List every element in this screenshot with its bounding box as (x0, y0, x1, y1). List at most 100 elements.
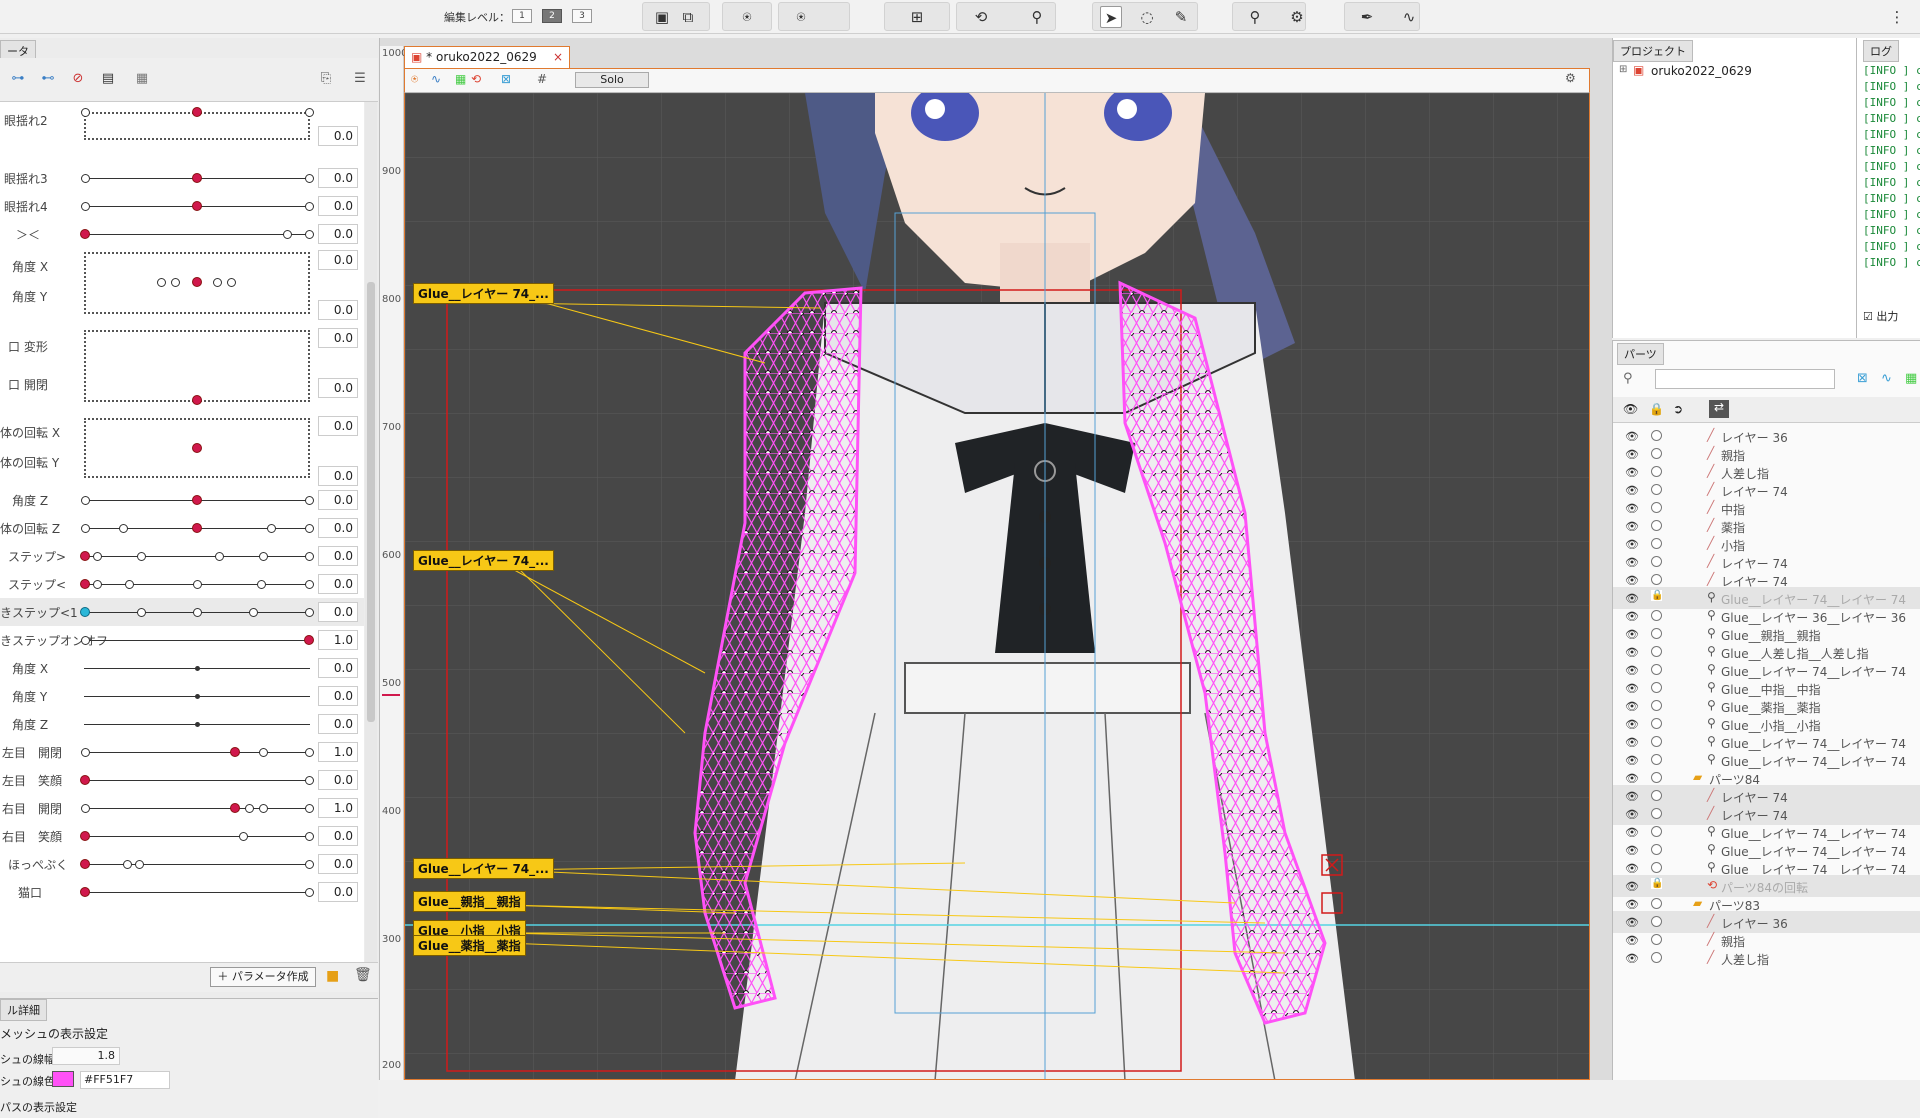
param-value-field[interactable]: 1.0 (318, 742, 358, 762)
project-file-name[interactable]: oruko2022_0629 (1651, 64, 1752, 78)
param-value-field[interactable]: 0.0 (318, 416, 358, 436)
param-knob[interactable] (80, 579, 90, 589)
param-value-field[interactable]: 0.0 (318, 658, 358, 678)
part-row[interactable]: 👁 ╱ 人差し指 (1613, 947, 1920, 969)
glue-label[interactable]: Glue__レイヤー 74_... (413, 858, 554, 879)
pen-icon[interactable]: ✒ (1356, 6, 1378, 28)
keyform-point[interactable] (81, 748, 90, 757)
visibility-toggle-icon[interactable]: 👁 (1625, 664, 1639, 677)
keyform-point[interactable] (193, 580, 202, 589)
visibility-toggle-icon[interactable]: 👁 (1625, 880, 1639, 893)
keyform-point[interactable] (305, 202, 314, 211)
lock-toggle-icon[interactable] (1651, 574, 1662, 585)
param-track[interactable] (84, 234, 310, 235)
keyform-point[interactable] (123, 860, 132, 869)
view-settings-icon[interactable]: ⚙ (1565, 71, 1576, 85)
keyform-point[interactable] (305, 832, 314, 841)
param-value-field[interactable]: 0.0 (318, 224, 358, 244)
keyform-point[interactable] (305, 748, 314, 757)
lock-toggle-icon[interactable] (1651, 466, 1662, 477)
lock-toggle-icon[interactable] (1651, 718, 1662, 729)
visibility-toggle-icon[interactable]: 👁 (1625, 898, 1639, 911)
param-track[interactable] (84, 864, 310, 865)
lock-toggle-icon[interactable] (1651, 898, 1662, 909)
lock-icon[interactable]: 🔒 (1651, 878, 1663, 889)
lock-toggle-icon[interactable] (1651, 736, 1662, 747)
rotation-display-icon[interactable]: ⟲ (471, 72, 481, 86)
visibility-toggle-icon[interactable]: 👁 (1625, 916, 1639, 929)
keyform-point[interactable] (267, 524, 276, 533)
visibility-toggle-icon[interactable]: 👁 (1625, 520, 1639, 533)
keyform-point[interactable] (81, 524, 90, 533)
arrow-select-icon[interactable]: ➤ (1100, 6, 1122, 28)
param-track[interactable] (84, 808, 310, 809)
keyform-point[interactable] (81, 108, 90, 117)
mesh-display-icon[interactable]: ▦ (455, 72, 466, 86)
param-knob[interactable] (192, 277, 202, 287)
rotation-deformer-icon[interactable]: ⟲ (970, 6, 992, 28)
glue-label[interactable]: Glue__親指__親指 (413, 891, 526, 912)
keyform-point[interactable] (305, 524, 314, 533)
pin-icon[interactable]: ⚲ (1244, 6, 1266, 28)
param-value-field[interactable]: 0.0 (318, 328, 358, 348)
keyform-point[interactable] (259, 748, 268, 757)
visibility-toggle-icon[interactable]: 👁 (1625, 790, 1639, 803)
visibility-toggle-icon[interactable]: 👁 (1625, 826, 1639, 839)
keyform-point[interactable] (283, 230, 292, 239)
keyform-point[interactable] (137, 608, 146, 617)
deformer-display-icon[interactable]: ⍟ (411, 72, 418, 87)
keyform-point[interactable] (215, 552, 224, 561)
visibility-toggle-icon[interactable]: 👁 (1625, 574, 1639, 587)
keyform-point[interactable] (81, 804, 90, 813)
parts-tab[interactable]: パーツ (1617, 343, 1664, 365)
keyform-point[interactable] (305, 108, 314, 117)
key-delete-icon[interactable]: ⊘ (66, 68, 90, 90)
param-knob[interactable] (80, 831, 90, 841)
keyform-point[interactable] (305, 776, 314, 785)
glue-icon[interactable]: ⚲ (1026, 6, 1048, 28)
lock-toggle-icon[interactable] (1651, 844, 1662, 855)
lock-toggle-icon[interactable] (1651, 538, 1662, 549)
visibility-toggle-icon[interactable]: 👁 (1625, 466, 1639, 479)
param-value-field[interactable]: 0.0 (318, 770, 358, 790)
menu-icon[interactable]: ⋮ (1886, 6, 1908, 28)
param-keyform-grid[interactable] (84, 330, 310, 402)
auto-mesh-icon[interactable]: ⍟ (790, 6, 812, 28)
glue-label[interactable]: Glue__レイヤー 74_... (413, 550, 554, 571)
expand-all-icon[interactable]: ⊠ (1857, 371, 1868, 386)
edit-level-3-button[interactable]: 3 (572, 9, 592, 23)
keyform-point[interactable] (193, 608, 202, 617)
keyform-point[interactable] (249, 608, 258, 617)
visibility-toggle-icon[interactable]: 👁 (1625, 808, 1639, 821)
visibility-header-icon[interactable]: 👁 (1623, 402, 1638, 416)
param-value-field[interactable]: 0.0 (318, 300, 358, 320)
visibility-toggle-icon[interactable]: 👁 (1625, 700, 1639, 713)
layer-icon[interactable]: ⧉ (677, 6, 699, 28)
keyform-point[interactable] (81, 496, 90, 505)
keyform-point[interactable] (81, 202, 90, 211)
visibility-toggle-icon[interactable]: 👁 (1625, 556, 1639, 569)
lock-toggle-icon[interactable] (1651, 556, 1662, 567)
param-knob[interactable] (192, 395, 202, 405)
param-knob[interactable] (80, 887, 90, 897)
lock-toggle-icon[interactable] (1651, 520, 1662, 531)
param-value-field[interactable]: 0.0 (318, 518, 358, 538)
keyform-point[interactable] (137, 552, 146, 561)
visibility-toggle-icon[interactable]: 👁 (1625, 772, 1639, 785)
param-track[interactable] (84, 892, 310, 893)
param-value-field[interactable]: 0.0 (318, 602, 358, 622)
param-value-field[interactable]: 0.0 (318, 126, 358, 146)
edit-level-1-button[interactable]: 1 (512, 9, 532, 23)
param-value-field[interactable]: 0.0 (318, 714, 358, 734)
solo-button[interactable]: Solo (575, 72, 649, 88)
lock-toggle-icon[interactable] (1651, 772, 1662, 783)
visibility-toggle-icon[interactable]: 👁 (1625, 952, 1639, 965)
param-track[interactable] (84, 780, 310, 781)
param-value-field[interactable]: 0.0 (318, 196, 358, 216)
keyform-point[interactable] (239, 832, 248, 841)
lock-toggle-icon[interactable] (1651, 934, 1662, 945)
log-tab[interactable]: ログ (1863, 40, 1899, 62)
keyform-point[interactable] (157, 278, 166, 287)
scroll-thumb[interactable] (367, 282, 375, 722)
visibility-toggle-icon[interactable]: 👁 (1625, 682, 1639, 695)
